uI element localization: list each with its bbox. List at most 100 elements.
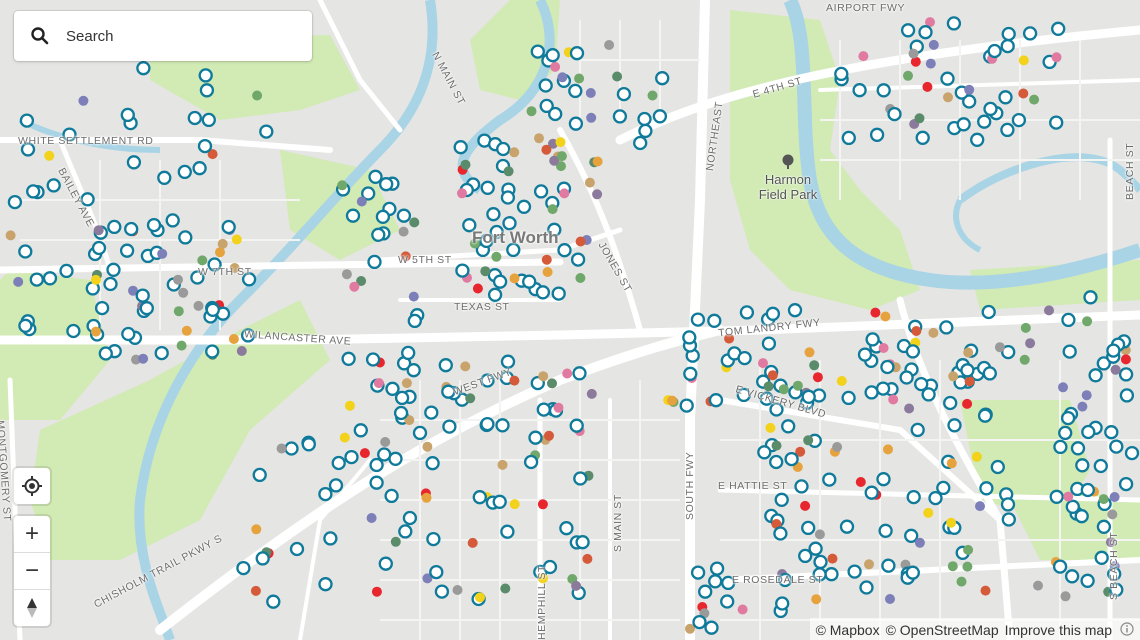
report-marker-open[interactable]: [1080, 573, 1095, 588]
report-marker-open[interactable]: [616, 86, 632, 102]
report-marker-open[interactable]: [982, 366, 997, 381]
report-marker-open[interactable]: [480, 180, 495, 195]
report-marker-open[interactable]: [284, 441, 299, 456]
report-marker-open[interactable]: [59, 263, 74, 279]
report-marker-closed[interactable]: [962, 561, 973, 572]
report-marker-open[interactable]: [970, 132, 985, 147]
report-marker-closed[interactable]: [928, 39, 939, 50]
report-marker-open[interactable]: [106, 262, 121, 277]
report-marker-closed[interactable]: [975, 501, 985, 512]
zoom-out-button[interactable]: −: [14, 552, 50, 589]
report-marker-open[interactable]: [289, 541, 305, 557]
report-marker-open[interactable]: [197, 138, 213, 154]
report-marker-open[interactable]: [1109, 439, 1124, 454]
report-marker-open[interactable]: [323, 531, 338, 546]
report-marker-closed[interactable]: [1019, 354, 1030, 365]
report-marker-closed[interactable]: [928, 327, 939, 338]
report-marker-open[interactable]: [139, 301, 154, 316]
report-marker-open[interactable]: [318, 577, 333, 592]
report-marker-closed[interactable]: [475, 592, 485, 603]
report-marker-open[interactable]: [495, 418, 510, 433]
report-marker-closed[interactable]: [1081, 390, 1092, 401]
report-marker-open[interactable]: [126, 155, 142, 170]
report-marker-closed[interactable]: [908, 48, 919, 59]
report-marker-closed[interactable]: [228, 334, 239, 344]
report-marker-closed[interactable]: [236, 346, 247, 356]
report-marker-open[interactable]: [154, 345, 169, 361]
report-marker-open[interactable]: [1080, 482, 1095, 498]
report-marker-closed[interactable]: [557, 72, 568, 83]
report-marker-open[interactable]: [369, 475, 384, 490]
report-marker-open[interactable]: [1001, 512, 1016, 527]
report-marker-open[interactable]: [568, 83, 583, 99]
report-marker-closed[interactable]: [93, 225, 104, 236]
report-marker-closed[interactable]: [90, 274, 101, 285]
report-marker-open[interactable]: [94, 300, 110, 316]
report-marker-closed[interactable]: [604, 40, 615, 50]
report-marker-closed[interactable]: [571, 580, 582, 591]
report-marker-open[interactable]: [824, 567, 839, 582]
map-canvas[interactable]: AIRPORT FWY N MAIN ST E 4TH ST WHITE SET…: [0, 0, 1140, 640]
report-marker-closed[interactable]: [13, 276, 24, 287]
report-marker-open[interactable]: [136, 61, 151, 76]
search-input[interactable]: [64, 26, 288, 46]
report-marker-closed[interactable]: [809, 360, 820, 371]
report-marker-closed[interactable]: [547, 204, 558, 215]
report-marker-open[interactable]: [960, 363, 975, 378]
report-marker-open[interactable]: [388, 451, 403, 466]
report-marker-closed[interactable]: [176, 340, 187, 351]
report-marker-open[interactable]: [939, 320, 954, 335]
report-marker-open[interactable]: [236, 560, 251, 576]
report-marker-open[interactable]: [1049, 489, 1064, 504]
report-marker-closed[interactable]: [480, 266, 491, 277]
report-marker-closed[interactable]: [800, 500, 811, 511]
report-marker-open[interactable]: [1051, 21, 1066, 36]
report-marker-open[interactable]: [798, 548, 813, 564]
report-marker-open[interactable]: [1061, 312, 1076, 328]
report-marker-closed[interactable]: [408, 291, 419, 302]
report-marker-closed[interactable]: [550, 61, 561, 72]
report-marker-open[interactable]: [737, 350, 752, 366]
report-marker-closed[interactable]: [380, 437, 391, 447]
report-marker-closed[interactable]: [251, 524, 262, 535]
report-marker-open[interactable]: [266, 594, 281, 609]
report-marker-closed[interactable]: [555, 137, 566, 148]
report-marker-open[interactable]: [1081, 424, 1096, 440]
report-marker-open[interactable]: [720, 594, 735, 609]
report-marker-open[interactable]: [1106, 343, 1121, 358]
report-marker-closed[interactable]: [858, 51, 869, 62]
zoom-in-button[interactable]: +: [14, 516, 50, 552]
report-marker-closed[interactable]: [878, 343, 889, 353]
report-marker-open[interactable]: [548, 106, 563, 122]
report-marker-closed[interactable]: [366, 513, 377, 523]
report-marker-closed[interactable]: [1025, 338, 1036, 349]
report-marker-closed[interactable]: [341, 269, 352, 280]
report-marker-open[interactable]: [769, 454, 784, 470]
report-marker-closed[interactable]: [509, 147, 520, 158]
report-marker-open[interactable]: [857, 347, 873, 362]
report-marker-open[interactable]: [165, 213, 180, 228]
report-marker-closed[interactable]: [946, 458, 957, 469]
report-marker-open[interactable]: [18, 318, 33, 333]
report-marker-closed[interactable]: [612, 71, 623, 82]
report-marker-closed[interactable]: [574, 73, 585, 84]
report-marker-open[interactable]: [328, 478, 344, 493]
report-marker-closed[interactable]: [339, 432, 350, 443]
report-marker-closed[interactable]: [460, 361, 471, 372]
report-marker-closed[interactable]: [173, 306, 184, 317]
report-marker-open[interactable]: [841, 130, 856, 146]
report-marker-closed[interactable]: [883, 444, 893, 455]
report-marker-open[interactable]: [66, 323, 81, 339]
report-marker-closed[interactable]: [946, 517, 957, 528]
report-marker-closed[interactable]: [541, 254, 552, 265]
report-marker-open[interactable]: [787, 303, 803, 318]
report-marker-open[interactable]: [1062, 344, 1077, 359]
report-marker-closed[interactable]: [1060, 591, 1071, 602]
report-marker-closed[interactable]: [1020, 322, 1031, 333]
report-marker-closed[interactable]: [885, 594, 895, 604]
report-marker-open[interactable]: [1075, 458, 1090, 473]
report-marker-closed[interactable]: [5, 230, 16, 241]
report-marker-open[interactable]: [318, 486, 333, 502]
report-marker-closed[interactable]: [1098, 494, 1109, 505]
report-marker-closed[interactable]: [903, 70, 913, 81]
